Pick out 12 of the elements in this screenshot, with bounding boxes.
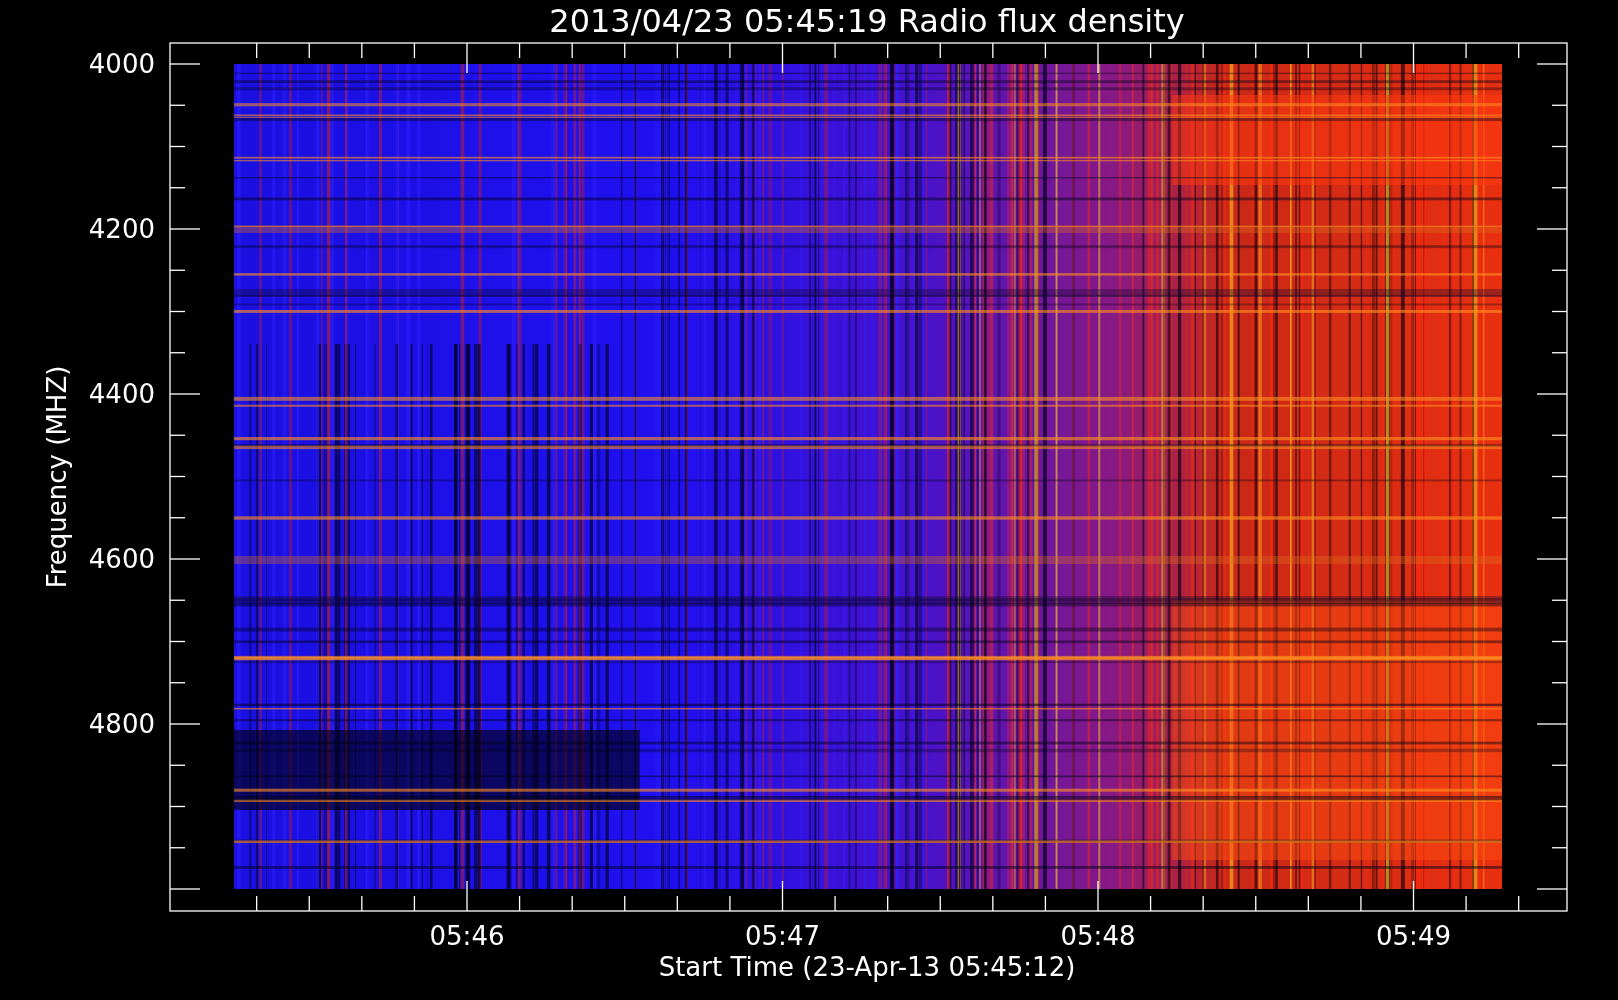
y-tick-label: 4000 [88,49,155,79]
x-axis-label: Start Time (23-Apr-13 05:45:12) [658,952,1076,982]
y-axis-label: Frequency (MHZ) [42,365,72,589]
y-tick-label: 4600 [88,544,155,574]
x-tick-label: 05:47 [745,921,820,951]
y-tick-label: 4400 [88,379,155,409]
y-tick-label: 4800 [88,709,155,739]
plot-title: 2013/04/23 05:45:19 Radio flux density [549,2,1185,40]
x-tick-label: 05:49 [1376,921,1451,951]
x-tick-label: 05:46 [429,921,505,951]
x-tick-label: 05:48 [1060,921,1136,951]
y-tick-label: 4200 [88,214,155,244]
